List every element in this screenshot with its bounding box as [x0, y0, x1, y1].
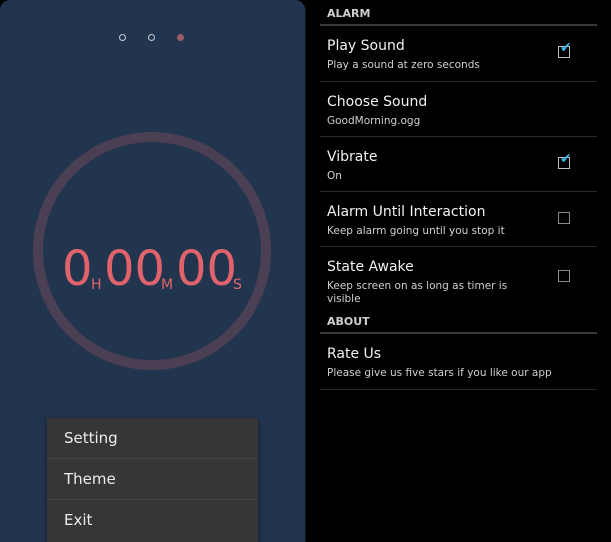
timer-seconds: 00 [176, 241, 238, 297]
timer-seconds-unit: S [233, 277, 242, 293]
screen-divider [305, 0, 306, 542]
timer-minutes-unit: M [161, 277, 174, 293]
setting-title: Play Sound [327, 38, 405, 54]
timer-display: 0 H 00 M 00 S [0, 245, 305, 305]
setting-title: Rate Us [327, 346, 382, 362]
menu-item-setting[interactable]: Setting [47, 418, 258, 459]
timer-minutes: 00 [104, 241, 166, 297]
alarm-until-interaction-checkbox[interactable] [558, 212, 570, 224]
state-awake-checkbox[interactable] [558, 270, 570, 282]
page-indicator [0, 34, 305, 44]
setting-choose-sound[interactable]: Choose Sound GoodMorning.ogg [320, 82, 597, 137]
menu-item-exit[interactable]: Exit [47, 500, 258, 541]
page-dot-1[interactable] [119, 34, 126, 41]
setting-alarm-until-interaction[interactable]: Alarm Until Interaction Keep alarm going… [320, 192, 597, 247]
page-dot-3-active[interactable] [177, 34, 184, 41]
setting-subtitle: Keep alarm going until you stop it [327, 225, 505, 237]
setting-rate-us[interactable]: Rate Us Please give us five stars if you… [320, 334, 597, 390]
page-dot-2[interactable] [148, 34, 155, 41]
vibrate-checkbox[interactable]: ✔ [558, 152, 572, 169]
alarm-section-header: ALARM [320, 0, 597, 26]
menu-item-theme[interactable]: Theme [47, 459, 258, 500]
timer-hours-unit: H [91, 277, 102, 293]
setting-state-awake[interactable]: State Awake Keep screen on as long as ti… [320, 247, 597, 308]
overflow-menu: Setting Theme Exit [47, 418, 258, 542]
about-section-header: ABOUT [320, 308, 597, 334]
setting-subtitle: Play a sound at zero seconds [327, 59, 480, 71]
setting-title: State Awake [327, 259, 414, 275]
settings-screen: ALARM Play Sound Play a sound at zero se… [320, 0, 597, 542]
setting-play-sound[interactable]: Play Sound Play a sound at zero seconds … [320, 26, 597, 82]
setting-title: Vibrate [327, 149, 378, 165]
setting-subtitle: On [327, 170, 342, 182]
setting-vibrate[interactable]: Vibrate On ✔ [320, 137, 597, 192]
timer-hours: 0 [62, 241, 93, 297]
check-icon: ✔ [560, 151, 572, 167]
setting-subtitle: Keep screen on as long as timer is visib… [327, 280, 508, 305]
setting-title: Choose Sound [327, 94, 428, 110]
setting-subtitle: Please give us five stars if you like ou… [327, 367, 552, 379]
check-icon: ✔ [560, 40, 572, 56]
setting-title: Alarm Until Interaction [327, 204, 486, 220]
setting-subtitle: GoodMorning.ogg [327, 115, 421, 127]
timer-screen: 0 H 00 M 00 S Setting Theme Exit [0, 0, 305, 542]
play-sound-checkbox[interactable]: ✔ [558, 41, 572, 58]
